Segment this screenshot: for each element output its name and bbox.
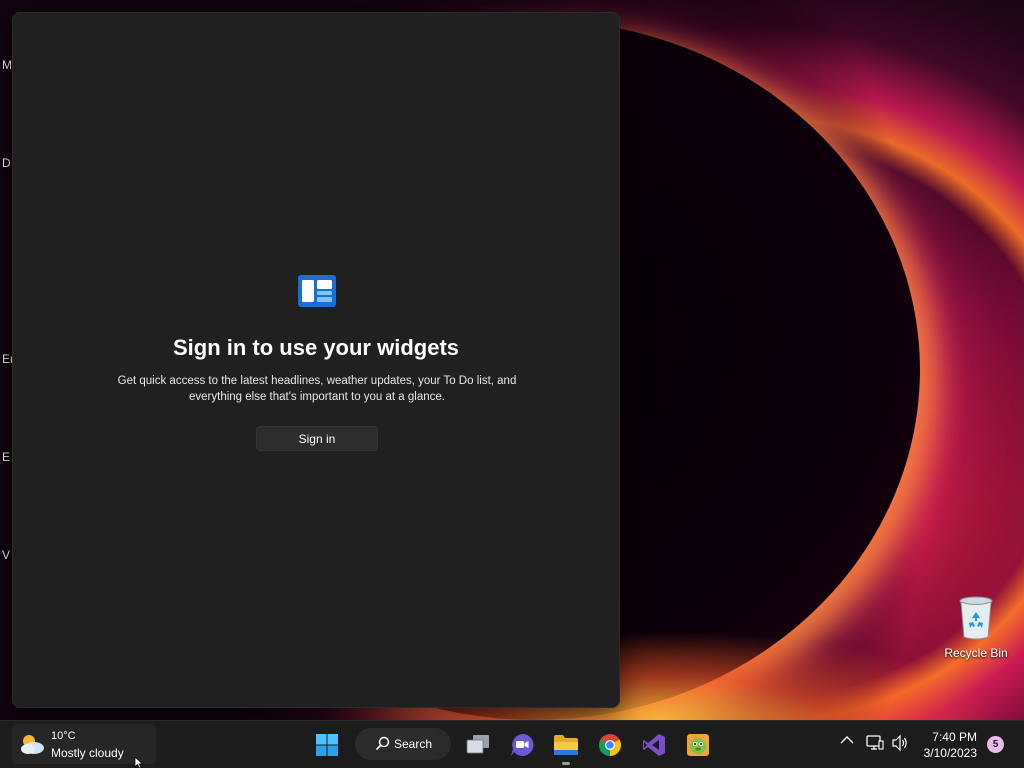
taskbar: 10°C Mostly cloudy Search 7:40 PM 3/10/2… [0,720,1024,768]
widgets-panel: Sign in to use your widgets Get quick ac… [12,12,620,708]
file-explorer-icon [554,735,578,755]
panel-description: Get quick access to the latest headlines… [117,375,517,403]
show-hidden-icons-button[interactable] [840,735,854,745]
game-app-button[interactable] [680,727,716,763]
windows-logo-icon [316,734,338,756]
task-view-button[interactable] [460,727,496,763]
chat-icon [511,733,534,756]
clock[interactable]: 7:40 PM 3/10/2023 [924,729,977,761]
desktop-icon-label[interactable]: D [2,156,11,170]
search-label: Search [394,737,433,751]
weather-condition: Mostly cloudy [51,746,124,760]
network-button[interactable] [866,734,884,752]
notification-badge[interactable]: 5 [987,736,1004,753]
panel-heading: Sign in to use your widgets [172,335,460,360]
network-icon [866,735,884,750]
task-view-icon [466,735,489,754]
volume-button[interactable] [891,734,909,752]
game-app-icon [687,734,709,756]
recycle-bin-label: Recycle Bin [944,646,1008,660]
desktop-icon-label[interactable]: V [2,548,10,562]
visual-studio-button[interactable] [636,727,672,763]
clock-time: 7:40 PM [932,730,977,744]
clock-date: 3/10/2023 [923,746,977,760]
volume-icon [892,734,907,752]
chrome-button[interactable] [592,727,628,763]
start-button[interactable] [309,727,345,763]
search-icon [375,736,390,751]
mouse-cursor-icon [134,757,144,768]
visual-studio-icon [643,734,665,756]
chat-button[interactable] [504,727,540,763]
recycle-bin-icon [959,596,993,640]
file-explorer-button[interactable] [548,727,584,763]
sign-in-button[interactable]: Sign in [256,426,378,451]
running-indicator [562,762,570,765]
widgets-icon [298,275,336,307]
partly-cloudy-icon [21,735,44,754]
taskbar-search[interactable]: Search [355,728,451,760]
desktop-icon-label[interactable]: M [2,58,12,72]
chrome-icon [599,734,621,756]
recycle-bin-shortcut[interactable]: Recycle Bin [940,596,1012,660]
desktop-icon-label[interactable]: E [2,450,10,464]
chevron-up-icon [840,736,854,744]
weather-temperature: 10°C [51,730,76,742]
